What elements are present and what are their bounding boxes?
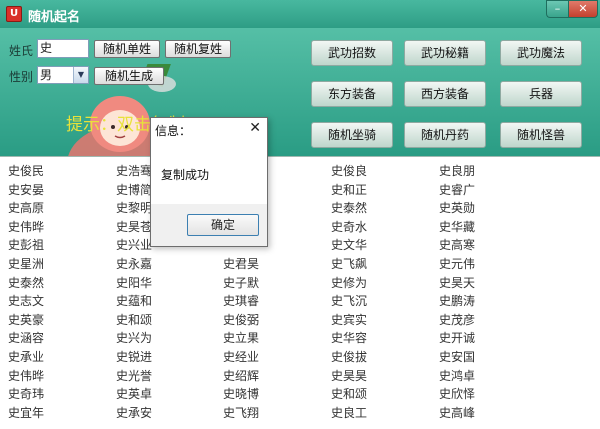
name-item[interactable]: 史修为 xyxy=(331,274,367,291)
name-item[interactable]: 史高寒 xyxy=(439,236,475,253)
name-item[interactable]: 史绍辉 xyxy=(223,367,259,384)
name-item[interactable]: 史俊良 xyxy=(331,162,367,179)
name-item[interactable]: 史飞飙 xyxy=(331,255,367,272)
window-title: 随机起名 xyxy=(28,10,81,25)
name-item[interactable]: 史欣怿 xyxy=(439,385,475,402)
button-bingqi[interactable]: 兵器 xyxy=(500,81,582,107)
name-item[interactable]: 史立果 xyxy=(223,329,259,346)
name-item[interactable]: 史开诚 xyxy=(439,329,475,346)
gender-label: 性别 xyxy=(9,70,34,84)
name-item[interactable]: 史俊民 xyxy=(8,162,44,179)
minimize-button[interactable]: – xyxy=(546,0,568,18)
name-item[interactable]: 史泰然 xyxy=(331,199,367,216)
name-item[interactable]: 史博简 xyxy=(116,181,152,198)
name-item[interactable]: 史安晏 xyxy=(8,181,44,198)
name-item[interactable]: 史飞沉 xyxy=(331,292,367,309)
name-item[interactable]: 史琪睿 xyxy=(223,292,259,309)
name-item[interactable]: 史茂彦 xyxy=(439,311,475,328)
ok-button[interactable]: 确定 xyxy=(187,214,259,236)
button-wugong-mofa[interactable]: 武功魔法 xyxy=(500,40,582,66)
button-wugong-miji[interactable]: 武功秘籍 xyxy=(404,40,486,66)
name-item[interactable]: 史伟晔 xyxy=(8,218,44,235)
name-item[interactable]: 史兴为 xyxy=(116,329,152,346)
name-item[interactable]: 史鹏涛 xyxy=(439,292,475,309)
button-suiji-dan[interactable]: 随机丹药 xyxy=(404,122,486,148)
button-dongfang-zhuangbei[interactable]: 东方装备 xyxy=(311,81,393,107)
name-item[interactable]: 史昊昊 xyxy=(331,367,367,384)
name-item[interactable]: 史华容 xyxy=(331,329,367,346)
name-item[interactable]: 史锐进 xyxy=(116,348,152,365)
gender-select[interactable]: 男 ▼ xyxy=(37,66,89,84)
name-item[interactable]: 史光誉 xyxy=(116,367,152,384)
name-item[interactable]: 史俊弼 xyxy=(223,311,259,328)
name-item[interactable]: 史黎明 xyxy=(116,199,152,216)
app-window: U 随机起名 – ✕ 姓氏 史 性别 男 ▼ 随机单姓 随机复姓 随机生成 提示… xyxy=(0,0,600,429)
name-item[interactable]: 史高原 xyxy=(8,199,44,216)
name-item[interactable]: 史阳华 xyxy=(116,274,152,291)
name-item[interactable]: 史和颂 xyxy=(331,385,367,402)
name-item[interactable]: 史华藏 xyxy=(439,218,475,235)
name-item[interactable]: 史志文 xyxy=(8,292,44,309)
name-item[interactable]: 史飞翔 xyxy=(223,404,259,421)
name-item[interactable]: 史晓博 xyxy=(223,385,259,402)
chevron-down-icon[interactable]: ▼ xyxy=(73,67,88,83)
name-list: 史俊民 史浩骞 史俊良 史良朋 史安晏 史博简 史和正 史睿广 史高原 史黎明 史泰然 史英勋 史伟晔史… xyxy=(0,156,600,429)
name-item[interactable]: 史星洲 xyxy=(8,255,44,272)
name-item[interactable]: 史睿广 xyxy=(439,181,475,198)
name-item[interactable]: 史昊天 xyxy=(439,274,475,291)
button-xifang-zhuangbei[interactable]: 西方装备 xyxy=(404,81,486,107)
name-item[interactable]: 史兴业 xyxy=(116,236,152,253)
name-item[interactable]: 史承安 xyxy=(116,404,152,421)
name-item[interactable]: 史高峰 xyxy=(439,404,475,421)
name-item[interactable]: 史昊苍 xyxy=(116,218,152,235)
random-generate-button[interactable]: 随机生成 xyxy=(94,67,164,85)
name-item[interactable]: 史永嘉 xyxy=(116,255,152,272)
name-item[interactable]: 史安国 xyxy=(439,348,475,365)
name-item[interactable]: 史伟晔 xyxy=(8,367,44,384)
dialog-title: 信息： xyxy=(155,124,192,138)
name-item[interactable]: 史子默 xyxy=(223,274,259,291)
name-item[interactable]: 史元伟 xyxy=(439,255,475,272)
name-item[interactable]: 史鸿卓 xyxy=(439,367,475,384)
name-item[interactable]: 史宜年 xyxy=(8,404,44,421)
name-item[interactable]: 史英卓 xyxy=(116,385,152,402)
info-dialog: 信息： ✕ 复制成功 确定 xyxy=(150,117,268,247)
button-suiji-zuoqi[interactable]: 随机坐骑 xyxy=(311,122,393,148)
name-item[interactable]: 史和正 xyxy=(331,181,367,198)
name-item[interactable]: 史君昊 xyxy=(223,255,259,272)
gender-value: 男 xyxy=(40,68,53,82)
random-double-surname-button[interactable]: 随机复姓 xyxy=(165,40,231,58)
name-item[interactable]: 史经业 xyxy=(223,348,259,365)
name-item[interactable]: 史宾实 xyxy=(331,311,367,328)
dialog-footer: 确定 xyxy=(151,204,267,246)
dialog-message: 复制成功 xyxy=(161,168,210,182)
name-item[interactable]: 史浩骞 xyxy=(116,162,152,179)
app-icon: U xyxy=(6,6,22,22)
name-item[interactable]: 史文华 xyxy=(331,236,367,253)
random-single-surname-button[interactable]: 随机单姓 xyxy=(94,40,160,58)
name-item[interactable]: 史和颂 xyxy=(116,311,152,328)
surname-input[interactable]: 史 xyxy=(37,39,89,58)
name-item[interactable]: 史彭祖 xyxy=(8,236,44,253)
control-panel: 姓氏 史 性别 男 ▼ 随机单姓 随机复姓 随机生成 提示：双击复制 武功招数武… xyxy=(0,28,600,184)
name-item[interactable]: 史涵容 xyxy=(8,329,44,346)
close-window-button[interactable]: ✕ xyxy=(568,0,598,18)
surname-label: 姓氏 xyxy=(9,44,34,58)
name-item[interactable]: 史承业 xyxy=(8,348,44,365)
name-item[interactable]: 史英豪 xyxy=(8,311,44,328)
name-item[interactable]: 史泰然 xyxy=(8,274,44,291)
name-item[interactable]: 史奇水 xyxy=(331,218,367,235)
name-item[interactable]: 史蕴和 xyxy=(116,292,152,309)
name-item[interactable]: 史良朋 xyxy=(439,162,475,179)
name-item[interactable]: 史良工 xyxy=(331,404,367,421)
name-item[interactable]: 史奇玮 xyxy=(8,385,44,402)
button-wugong-zhaoshi[interactable]: 武功招数 xyxy=(311,40,393,66)
name-item[interactable]: 史俊拔 xyxy=(331,348,367,365)
dialog-close-icon[interactable]: ✕ xyxy=(249,120,261,136)
name-item[interactable]: 史英勋 xyxy=(439,199,475,216)
title-bar: U 随机起名 – ✕ xyxy=(0,0,600,28)
button-suiji-guaishou[interactable]: 随机怪兽 xyxy=(500,122,582,148)
